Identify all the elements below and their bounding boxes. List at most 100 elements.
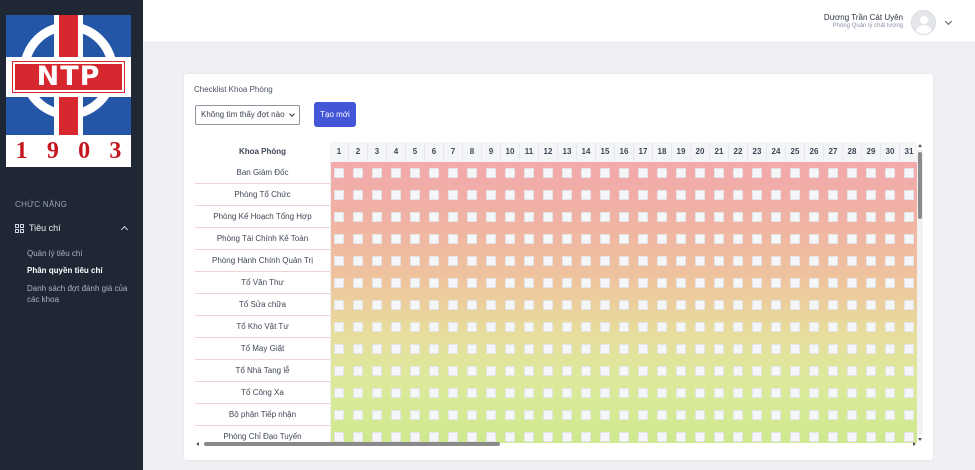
- day-checkbox[interactable]: [486, 278, 496, 288]
- day-checkbox[interactable]: [505, 366, 515, 376]
- day-checkbox[interactable]: [353, 366, 363, 376]
- day-checkbox[interactable]: [828, 256, 838, 266]
- day-checkbox[interactable]: [562, 344, 572, 354]
- day-checkbox[interactable]: [372, 190, 382, 200]
- chevron-down-icon[interactable]: [944, 17, 953, 26]
- day-checkbox[interactable]: [581, 190, 591, 200]
- day-checkbox[interactable]: [714, 278, 724, 288]
- day-checkbox[interactable]: [657, 410, 667, 420]
- day-checkbox[interactable]: [429, 168, 439, 178]
- day-checkbox[interactable]: [657, 190, 667, 200]
- sidebar-item-quan-ly-tieu-chi[interactable]: Quản lý tiêu chí: [27, 248, 132, 259]
- day-checkbox[interactable]: [619, 256, 629, 266]
- day-checkbox[interactable]: [524, 300, 534, 310]
- day-checkbox[interactable]: [752, 234, 762, 244]
- day-checkbox[interactable]: [524, 234, 534, 244]
- day-checkbox[interactable]: [790, 388, 800, 398]
- day-checkbox[interactable]: [676, 190, 686, 200]
- day-checkbox[interactable]: [771, 168, 781, 178]
- day-checkbox[interactable]: [885, 410, 895, 420]
- day-checkbox[interactable]: [790, 278, 800, 288]
- day-checkbox[interactable]: [467, 300, 477, 310]
- day-checkbox[interactable]: [448, 300, 458, 310]
- sidebar-item-phan-quyen-tieu-chi[interactable]: Phân quyền tiêu chí: [27, 265, 132, 276]
- day-checkbox[interactable]: [809, 344, 819, 354]
- day-checkbox[interactable]: [733, 278, 743, 288]
- day-checkbox[interactable]: [676, 300, 686, 310]
- day-checkbox[interactable]: [733, 344, 743, 354]
- day-checkbox[interactable]: [714, 300, 724, 310]
- day-checkbox[interactable]: [448, 212, 458, 222]
- day-checkbox[interactable]: [448, 234, 458, 244]
- day-checkbox[interactable]: [714, 388, 724, 398]
- day-checkbox[interactable]: [828, 366, 838, 376]
- day-checkbox[interactable]: [885, 344, 895, 354]
- day-checkbox[interactable]: [391, 410, 401, 420]
- day-checkbox[interactable]: [866, 344, 876, 354]
- day-checkbox[interactable]: [353, 234, 363, 244]
- day-checkbox[interactable]: [391, 278, 401, 288]
- day-checkbox[interactable]: [676, 410, 686, 420]
- day-checkbox[interactable]: [638, 278, 648, 288]
- day-checkbox[interactable]: [448, 410, 458, 420]
- day-checkbox[interactable]: [334, 322, 344, 332]
- day-checkbox[interactable]: [676, 366, 686, 376]
- day-checkbox[interactable]: [353, 212, 363, 222]
- day-checkbox[interactable]: [676, 212, 686, 222]
- day-checkbox[interactable]: [714, 322, 724, 332]
- day-checkbox[interactable]: [714, 212, 724, 222]
- day-checkbox[interactable]: [562, 366, 572, 376]
- day-checkbox[interactable]: [771, 278, 781, 288]
- day-checkbox[interactable]: [353, 168, 363, 178]
- day-checkbox[interactable]: [752, 278, 762, 288]
- day-checkbox[interactable]: [657, 322, 667, 332]
- day-checkbox[interactable]: [524, 190, 534, 200]
- sidebar-item-danh-sach-dot-danh-gia[interactable]: Danh sách đợt đánh giá của các khoa: [27, 283, 132, 305]
- day-checkbox[interactable]: [486, 344, 496, 354]
- day-checkbox[interactable]: [372, 366, 382, 376]
- day-checkbox[interactable]: [581, 300, 591, 310]
- day-checkbox[interactable]: [448, 168, 458, 178]
- day-checkbox[interactable]: [334, 366, 344, 376]
- day-checkbox[interactable]: [600, 212, 610, 222]
- day-checkbox[interactable]: [581, 344, 591, 354]
- day-checkbox[interactable]: [334, 388, 344, 398]
- day-checkbox[interactable]: [790, 212, 800, 222]
- day-checkbox[interactable]: [885, 366, 895, 376]
- day-checkbox[interactable]: [714, 190, 724, 200]
- day-checkbox[interactable]: [714, 366, 724, 376]
- day-checkbox[interactable]: [619, 410, 629, 420]
- day-checkbox[interactable]: [543, 410, 553, 420]
- day-checkbox[interactable]: [885, 278, 895, 288]
- day-checkbox[interactable]: [790, 190, 800, 200]
- day-checkbox[interactable]: [429, 410, 439, 420]
- day-checkbox[interactable]: [505, 256, 515, 266]
- day-checkbox[interactable]: [828, 344, 838, 354]
- day-checkbox[interactable]: [657, 388, 667, 398]
- vertical-scrollbar[interactable]: [917, 142, 923, 443]
- day-checkbox[interactable]: [809, 168, 819, 178]
- day-checkbox[interactable]: [771, 212, 781, 222]
- sidebar-group-tieu-chi[interactable]: Tiêu chí: [15, 221, 129, 235]
- day-checkbox[interactable]: [467, 388, 477, 398]
- day-checkbox[interactable]: [562, 278, 572, 288]
- day-checkbox[interactable]: [429, 234, 439, 244]
- day-checkbox[interactable]: [486, 212, 496, 222]
- day-checkbox[interactable]: [429, 366, 439, 376]
- day-checkbox[interactable]: [904, 278, 914, 288]
- day-checkbox[interactable]: [657, 256, 667, 266]
- day-checkbox[interactable]: [771, 344, 781, 354]
- day-checkbox[interactable]: [847, 278, 857, 288]
- day-checkbox[interactable]: [904, 344, 914, 354]
- day-checkbox[interactable]: [771, 234, 781, 244]
- day-checkbox[interactable]: [391, 168, 401, 178]
- day-checkbox[interactable]: [885, 322, 895, 332]
- day-checkbox[interactable]: [391, 322, 401, 332]
- day-checkbox[interactable]: [904, 168, 914, 178]
- day-checkbox[interactable]: [904, 256, 914, 266]
- day-checkbox[interactable]: [904, 366, 914, 376]
- day-checkbox[interactable]: [372, 278, 382, 288]
- day-checkbox[interactable]: [486, 388, 496, 398]
- day-checkbox[interactable]: [828, 212, 838, 222]
- day-checkbox[interactable]: [505, 212, 515, 222]
